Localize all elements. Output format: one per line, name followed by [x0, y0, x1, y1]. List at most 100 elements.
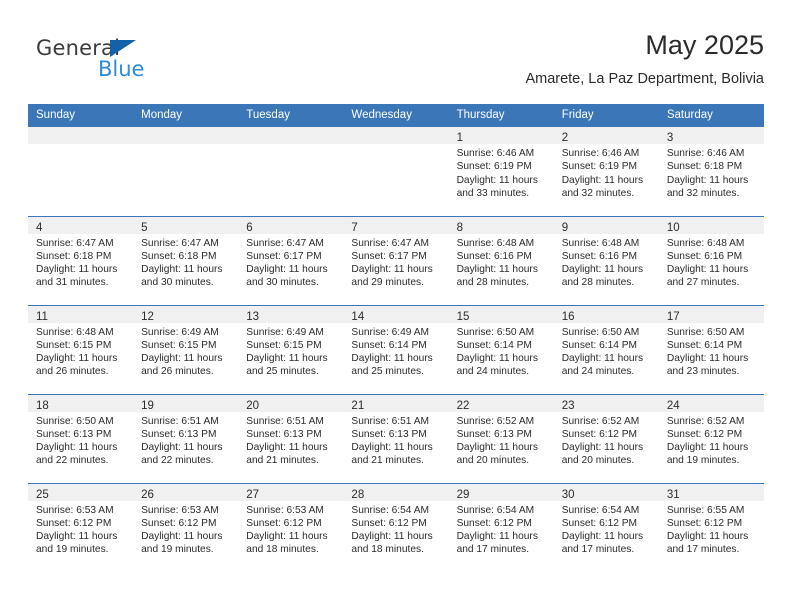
day-number-strip: 12 [133, 305, 239, 323]
day-detail-line: Sunset: 6:17 PM [246, 250, 322, 262]
calendar-day-cell[interactable]: 29 Sunrise: 6:54 AM Sunset: 6:12 PM Dayligh… [448, 482, 554, 572]
day-detail-line: and 26 minutes. [36, 366, 109, 378]
day-detail-text [133, 144, 238, 147]
day-detail-line: and 26 minutes. [141, 366, 214, 378]
calendar-day-cell[interactable]: 1 Sunrise: 6:46 AM Sunset: 6:19 PM Daylight… [448, 127, 554, 216]
day-detail-text: Sunrise: 6:48 AM Sunset: 6:16 PM Daylight:… [554, 234, 659, 290]
day-detail-line: Daylight: 11 hours [351, 353, 433, 365]
calendar-day-cell[interactable]: 9 Sunrise: 6:48 AM Sunset: 6:16 PM Daylight… [553, 215, 659, 305]
calendar-day-cell[interactable]: 6 Sunrise: 6:47 AM Sunset: 6:17 PM Daylight… [238, 215, 344, 305]
day-detail-line: Sunrise: 6:47 AM [246, 237, 324, 249]
day-number-strip: 27 [238, 483, 344, 501]
day-detail-text: Sunrise: 6:50 AM Sunset: 6:14 PM Daylight:… [659, 323, 764, 379]
calendar-page: General Blue May 2025 Amarete, La Paz De… [0, 0, 792, 612]
day-number-strip: 20 [238, 394, 344, 412]
calendar-day-cell[interactable]: 26 Sunrise: 6:53 AM Sunset: 6:12 PM Dayligh… [133, 482, 239, 572]
day-detail-line: and 22 minutes. [141, 455, 214, 467]
calendar-day-cell[interactable]: 8 Sunrise: 6:48 AM Sunset: 6:16 PM Daylight… [448, 215, 554, 305]
calendar-day-cell[interactable]: 5 Sunrise: 6:47 AM Sunset: 6:18 PM Daylight… [133, 215, 239, 305]
day-detail-line: Daylight: 11 hours [141, 264, 223, 276]
calendar-day-cell[interactable]: 14 Sunrise: 6:49 AM Sunset: 6:14 PM Dayligh… [343, 304, 449, 394]
calendar-day-cell[interactable]: 4 Sunrise: 6:47 AM Sunset: 6:18 PM Daylight… [28, 215, 134, 305]
calendar-day-cell[interactable]: 10 Sunrise: 6:48 AM Sunset: 6:16 PM Dayligh… [658, 215, 764, 305]
day-detail-line: and 23 minutes. [666, 366, 740, 378]
calendar-day-cell[interactable]: 20 Sunrise: 6:51 AM Sunset: 6:13 PM Dayligh… [238, 393, 344, 483]
day-detail-line: Sunset: 6:15 PM [246, 339, 322, 351]
day-number: 16 [561, 310, 575, 323]
calendar-day-cell[interactable]: 18 Sunrise: 6:50 AM Sunset: 6:13 PM Dayligh… [28, 393, 134, 483]
day-number: 5 [141, 221, 148, 234]
day-detail-line: Sunset: 6:18 PM [666, 161, 743, 173]
day-detail-line: Sunrise: 6:50 AM [456, 326, 535, 338]
day-number-strip: 16 [553, 305, 659, 323]
day-detail-line: and 19 minutes. [666, 455, 740, 467]
day-detail-text [28, 144, 133, 147]
day-detail-line: Sunrise: 6:46 AM [561, 148, 640, 159]
day-number-strip: 22 [448, 394, 554, 412]
calendar-day-cell[interactable]: 24 Sunrise: 6:52 AM Sunset: 6:12 PM Dayligh… [658, 393, 764, 483]
calendar-day-cell[interactable]: 16 Sunrise: 6:50 AM Sunset: 6:14 PM Dayligh… [553, 304, 659, 394]
day-number-strip: 21 [343, 394, 449, 412]
calendar-day-cell[interactable]: 21 Sunrise: 6:51 AM Sunset: 6:13 PM Dayligh… [343, 393, 449, 483]
day-detail-line: Daylight: 11 hours [36, 264, 118, 276]
page-title: May 2025 [645, 30, 764, 60]
day-detail-line: Sunrise: 6:48 AM [456, 237, 535, 249]
day-number: 7 [351, 221, 358, 234]
day-detail-line: Sunset: 6:19 PM [456, 161, 532, 173]
day-detail-text: Sunrise: 6:50 AM Sunset: 6:14 PM Daylight:… [554, 323, 659, 379]
calendar-day-cell[interactable]: 23 Sunrise: 6:52 AM Sunset: 6:12 PM Dayligh… [553, 393, 659, 483]
day-detail-line: Daylight: 11 hours [456, 264, 538, 276]
calendar-day-cell-empty [28, 127, 134, 216]
calendar-day-cell[interactable]: 12 Sunrise: 6:49 AM Sunset: 6:15 PM Dayligh… [133, 304, 239, 394]
day-number: 1 [456, 132, 463, 144]
calendar-day-cell[interactable]: 13 Sunrise: 6:49 AM Sunset: 6:15 PM Dayligh… [238, 304, 344, 394]
calendar-day-cell[interactable]: 19 Sunrise: 6:51 AM Sunset: 6:13 PM Dayligh… [133, 393, 239, 483]
calendar-day-cell[interactable]: 30 Sunrise: 6:54 AM Sunset: 6:12 PM Dayligh… [553, 482, 659, 572]
day-detail-text: Sunrise: 6:46 AM Sunset: 6:18 PM Daylight:… [659, 144, 764, 200]
generalblue-logo[interactable]: General Blue [36, 36, 216, 92]
day-detail-line: Daylight: 11 hours [561, 531, 644, 543]
day-detail-text: Sunrise: 6:53 AM Sunset: 6:12 PM Daylight:… [238, 501, 343, 557]
day-number-strip: 19 [133, 394, 239, 412]
day-number-strip: 26 [133, 483, 239, 501]
day-detail-line: Daylight: 11 hours [36, 531, 118, 543]
logo-text-blue: Blue [98, 57, 145, 81]
day-detail-line: Sunset: 6:19 PM [561, 161, 638, 173]
calendar-day-cell[interactable]: 27 Sunrise: 6:53 AM Sunset: 6:12 PM Dayligh… [238, 482, 344, 572]
day-detail-text: Sunrise: 6:53 AM Sunset: 6:12 PM Daylight:… [28, 501, 133, 557]
weekday-header-monday: Monday [133, 104, 239, 127]
day-detail-text: Sunrise: 6:46 AM Sunset: 6:19 PM Daylight:… [554, 144, 659, 200]
day-detail-line: Daylight: 11 hours [666, 264, 749, 276]
day-detail-text [343, 144, 448, 147]
day-detail-line: Sunset: 6:16 PM [666, 250, 743, 262]
day-number-strip: 23 [553, 394, 659, 412]
calendar-day-cell-empty [238, 127, 344, 216]
day-detail-line: Sunset: 6:12 PM [561, 517, 638, 529]
day-detail-text: Sunrise: 6:47 AM Sunset: 6:17 PM Daylight:… [343, 234, 448, 290]
calendar-day-cell[interactable]: 17 Sunrise: 6:50 AM Sunset: 6:14 PM Dayligh… [658, 304, 764, 394]
calendar-day-cell[interactable]: 7 Sunrise: 6:47 AM Sunset: 6:17 PM Daylight… [343, 215, 449, 305]
day-detail-line: and 28 minutes. [561, 277, 635, 289]
day-number-strip: 17 [658, 305, 764, 323]
calendar-day-cell[interactable]: 25 Sunrise: 6:53 AM Sunset: 6:12 PM Dayligh… [28, 482, 134, 572]
day-detail-line: Sunrise: 6:46 AM [456, 148, 535, 159]
day-number-strip: 18 [28, 394, 134, 412]
day-detail-line: Sunset: 6:13 PM [246, 428, 322, 440]
day-detail-line: and 19 minutes. [36, 544, 109, 556]
day-detail-line: Sunset: 6:12 PM [351, 517, 427, 529]
calendar-day-cell[interactable]: 22 Sunrise: 6:52 AM Sunset: 6:13 PM Dayligh… [448, 393, 554, 483]
day-detail-line: Daylight: 11 hours [246, 531, 328, 543]
day-detail-line: Sunset: 6:13 PM [36, 428, 112, 440]
day-detail-line: Daylight: 11 hours [561, 353, 644, 365]
day-number-strip [133, 127, 239, 144]
calendar-day-cell[interactable]: 11 Sunrise: 6:48 AM Sunset: 6:15 PM Dayligh… [28, 304, 134, 394]
day-detail-line: Sunset: 6:18 PM [141, 250, 217, 262]
calendar-day-cell[interactable]: 2 Sunrise: 6:46 AM Sunset: 6:19 PM Daylight… [553, 127, 659, 216]
calendar-day-cell[interactable]: 31 Sunrise: 6:55 AM Sunset: 6:12 PM Dayligh… [658, 482, 764, 572]
day-number: 24 [666, 399, 680, 412]
day-detail-line: and 31 minutes. [36, 277, 109, 289]
calendar-day-cell[interactable]: 28 Sunrise: 6:54 AM Sunset: 6:12 PM Dayligh… [343, 482, 449, 572]
calendar-day-cell[interactable]: 3 Sunrise: 6:46 AM Sunset: 6:18 PM Daylight… [658, 127, 764, 216]
day-detail-line: and 17 minutes. [561, 544, 635, 556]
calendar-day-cell[interactable]: 15 Sunrise: 6:50 AM Sunset: 6:14 PM Dayligh… [448, 304, 554, 394]
